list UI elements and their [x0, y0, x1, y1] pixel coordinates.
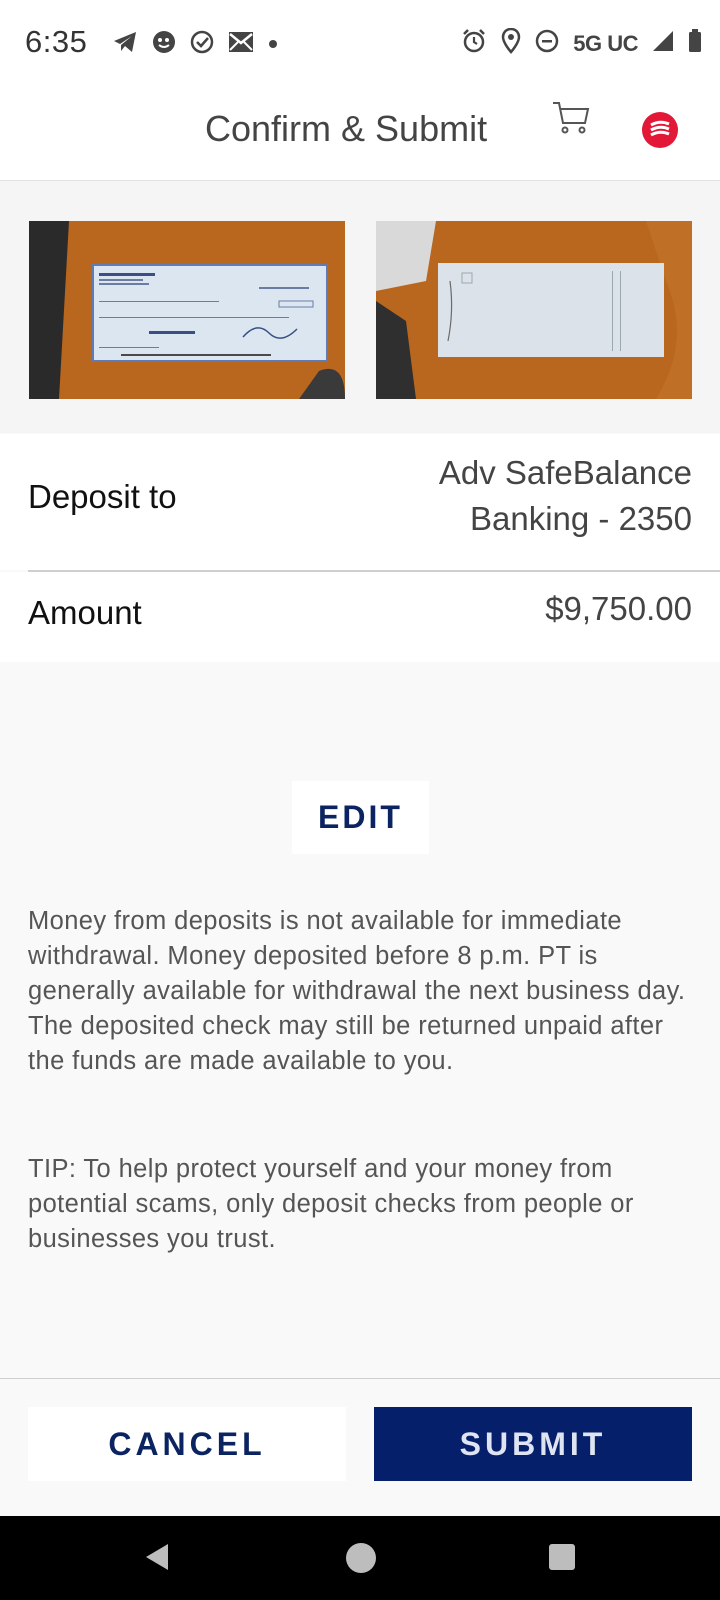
deposit-to-row: Deposit to Adv SafeBalance Banking - 235…: [0, 434, 720, 570]
location-icon: [501, 27, 521, 59]
system-icons: 5G UC: [461, 27, 702, 59]
deposit-to-label: Deposit to: [28, 478, 177, 515]
check-circle-icon: [190, 30, 214, 59]
back-icon[interactable]: [144, 1542, 170, 1577]
check-images: [0, 181, 720, 433]
status-time: 6:35: [25, 24, 88, 59]
notification-icons: [112, 30, 278, 59]
battery-icon: [688, 29, 702, 58]
telegram-icon: [112, 30, 138, 59]
edit-button[interactable]: EDIT: [292, 781, 429, 854]
deposit-account-number: Banking - 2350: [470, 500, 692, 537]
deposit-account-name: Adv SafeBalance: [438, 454, 692, 491]
amount-row: Amount $9,750.00: [0, 572, 720, 662]
status-bar: 6:35 5G UC: [0, 0, 720, 88]
scam-tip: TIP: To help protect yourself and your m…: [28, 1155, 634, 1253]
bank-logo-icon[interactable]: [642, 112, 678, 148]
do-not-disturb-icon: [535, 29, 559, 58]
amount-label: Amount: [28, 594, 142, 631]
signal-icon: [652, 30, 674, 57]
home-icon[interactable]: [346, 1543, 376, 1573]
app-header: Confirm & Submit: [0, 88, 720, 181]
system-nav-bar: [0, 1516, 720, 1600]
availability-disclaimer: Money from deposits is not available for…: [28, 907, 686, 1075]
cancel-button[interactable]: CANCEL: [28, 1407, 346, 1481]
deposit-account-value: Adv SafeBalance Banking - 2350: [439, 450, 692, 542]
alarm-icon: [461, 28, 487, 59]
check-front-image[interactable]: [29, 221, 345, 399]
face-icon: [152, 30, 176, 59]
action-footer: CANCEL SUBMIT: [0, 1378, 720, 1517]
submit-button[interactable]: SUBMIT: [374, 1407, 692, 1481]
dot-icon: [268, 36, 278, 54]
amount-value: $9,750.00: [545, 590, 692, 627]
page-title: Confirm & Submit: [205, 108, 488, 149]
cart-icon[interactable]: [552, 101, 590, 140]
check-back-image[interactable]: [376, 221, 692, 399]
recents-icon[interactable]: [549, 1544, 575, 1570]
network-label: 5G UC: [573, 30, 638, 56]
mail-icon: [228, 31, 254, 58]
